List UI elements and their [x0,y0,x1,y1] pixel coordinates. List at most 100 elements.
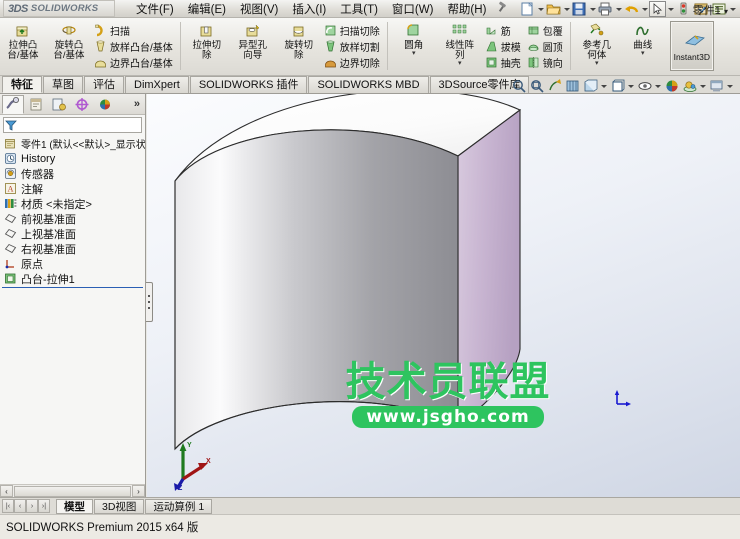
apply-scene-dropdown-icon[interactable] [700,78,707,94]
view-orientation-dropdown-icon[interactable] [601,78,608,94]
rib-button[interactable]: 筋 [483,22,525,38]
panel-splitter-grip[interactable] [146,282,153,322]
fillet-button[interactable]: 圆角 ▾ [391,20,437,57]
edit-appearance-icon[interactable] [664,78,680,94]
linear-pattern-button[interactable]: 线性阵 列 ▾ [437,20,483,67]
menu-help[interactable]: 帮助(H) [440,0,493,18]
print-dropdown-icon[interactable] [615,1,623,17]
property-manager-tab[interactable] [25,95,47,114]
tree-item-material[interactable]: 材质 <未指定> [0,196,145,211]
boundary-cut-button[interactable]: 边界切除 [322,54,384,70]
menu-view[interactable]: 视图(V) [233,0,285,18]
menu-tools[interactable]: 工具(T) [333,0,385,18]
view-settings-icon[interactable] [709,78,725,94]
tab-evaluate[interactable]: 评估 [84,76,124,93]
revolved-cut-button[interactable]: 旋转切 除 [276,20,322,61]
section-view-icon[interactable] [565,78,581,94]
tree-item-annotations[interactable]: A 注解 [0,181,145,196]
menu-edit[interactable]: 编辑(E) [181,0,233,18]
zoom-to-area-icon[interactable] [529,78,545,94]
lofted-cut-button[interactable]: 放样切割 [322,38,384,54]
menu-insert[interactable]: 插入(I) [285,0,333,18]
swept-boss-base-button[interactable]: 扫描 [92,22,177,38]
swept-cut-button[interactable]: 扫描切除 [322,22,384,38]
wrap-button[interactable]: 包覆 [525,22,567,38]
dimxpert-manager-tab[interactable] [71,95,93,114]
feature-tree-filter[interactable] [3,117,150,133]
tab-dimxpert[interactable]: DimXpert [125,76,189,93]
tree-item-boss-extrude1[interactable]: 凸台-拉伸1 [0,271,145,286]
zoom-to-fit-icon[interactable] [511,78,527,94]
graphics-area[interactable]: Y X Z [147,94,740,497]
tree-item-sensors[interactable]: 传感器 [0,166,145,181]
reference-geometry-button[interactable]: 参考几 何体 ▾ [574,20,620,67]
lofted-boss-base-button[interactable]: 放样凸台/基体 [92,38,177,54]
tree-item-origin[interactable]: 原点 [0,256,145,271]
scroll-right-arrow-icon[interactable]: › [132,485,145,497]
menu-window[interactable]: 窗口(W) [385,0,441,18]
tree-item-history[interactable]: History [0,151,145,166]
select-dropdown-icon[interactable] [667,1,675,17]
tab-solidworks-addins[interactable]: SOLIDWORKS 插件 [189,76,308,93]
tree-item-part-root[interactable]: 零件1 (默认<<默认>_显示状态 1>) [0,136,145,151]
open-document-dropdown-icon[interactable] [563,1,571,17]
hide-show-items-dropdown-icon[interactable] [655,78,662,94]
doc-tab-motion-study-1[interactable]: 运动算例 1 [145,498,213,514]
doc-tab-3dviews[interactable]: 3D视图 [94,498,145,514]
draft-button[interactable]: 拔模 [483,38,525,54]
mirror-button[interactable]: 镜向 [525,54,567,70]
tab-solidworks-mbd[interactable]: SOLIDWORKS MBD [308,76,429,93]
feature-tree-filter-input[interactable] [18,118,150,132]
extruded-cut-button[interactable]: 拉伸切 除 [184,20,230,61]
undo-icon[interactable] [623,1,640,17]
dome-button[interactable]: 圆顶 [525,38,567,54]
rebuild-icon[interactable] [675,1,692,17]
tree-item-front-plane[interactable]: 前视基准面 [0,211,145,226]
linear-pattern-dropdown-icon[interactable]: ▾ [437,60,483,67]
expand-panel-chevron-icon[interactable]: » [134,98,140,110]
fillet-dropdown-icon[interactable]: ▾ [391,50,437,57]
doc-tab-model[interactable]: 模型 [56,498,93,514]
pin-menu-icon[interactable] [497,2,513,16]
tab-nav-prev-icon[interactable]: ‹ [14,499,26,513]
open-document-icon[interactable] [545,1,562,17]
save-dropdown-icon[interactable] [589,1,597,17]
display-manager-tab[interactable] [94,95,116,114]
display-style-icon[interactable] [610,78,626,94]
display-style-dropdown-icon[interactable] [628,78,635,94]
tab-nav-first-icon[interactable]: |‹ [2,499,14,513]
hide-show-items-icon[interactable] [637,78,653,94]
previous-view-icon[interactable] [547,78,563,94]
document-properties-dropdown-icon[interactable] [729,1,737,17]
tab-nav-last-icon[interactable]: ›| [38,499,50,513]
print-icon[interactable] [597,1,614,17]
view-settings-dropdown-icon[interactable] [727,78,734,94]
scrollbar-thumb[interactable] [14,485,131,497]
tab-nav-next-icon[interactable]: › [26,499,38,513]
tab-features[interactable]: 特征 [2,76,42,93]
curves-button[interactable]: 曲线 ▾ [620,20,666,57]
curves-dropdown-icon[interactable]: ▾ [620,50,666,57]
save-icon[interactable] [571,1,588,17]
hole-wizard-button[interactable]: 异型孔 向导 [230,20,276,61]
tree-item-top-plane[interactable]: 上视基准面 [0,226,145,241]
tab-nav-arrows[interactable]: |‹ ‹ › ›| [2,499,50,513]
extruded-boss-base-button[interactable]: 拉伸凸 台/基体 [0,20,46,61]
new-document-dropdown-icon[interactable] [537,1,545,17]
feature-manager-tree-tab[interactable] [2,94,24,114]
reference-geometry-dropdown-icon[interactable]: ▾ [574,60,620,67]
apply-scene-icon[interactable] [682,78,698,94]
scroll-left-arrow-icon[interactable]: ‹ [0,485,13,497]
revolved-boss-base-button[interactable]: 旋转凸 台/基体 [46,20,92,61]
tree-item-right-plane[interactable]: 右视基准面 [0,241,145,256]
extruded-curved-block[interactable] [147,94,740,497]
boundary-boss-base-button[interactable]: 边界凸台/基体 [92,54,177,70]
menu-file[interactable]: 文件(F) [129,0,181,18]
select-cursor-icon[interactable] [649,0,667,17]
new-document-icon[interactable] [519,1,536,17]
undo-dropdown-icon[interactable] [641,1,649,17]
instant3d-toggle[interactable]: Instant3D [669,21,714,71]
shell-button[interactable]: 抽壳 [483,54,525,70]
tab-sketch[interactable]: 草图 [43,76,83,93]
feature-tree-horizontal-scrollbar[interactable]: ‹ › [0,484,145,497]
